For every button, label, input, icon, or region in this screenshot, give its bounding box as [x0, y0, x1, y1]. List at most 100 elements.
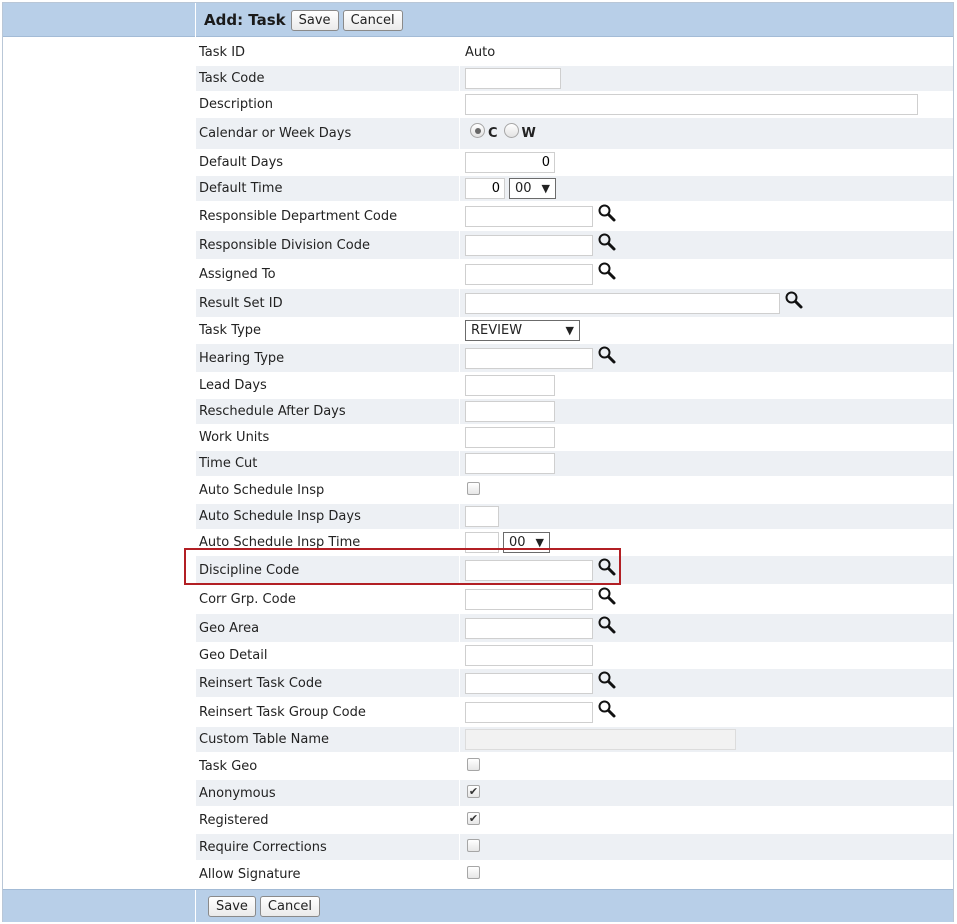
checkmark-icon: ✔ — [468, 811, 479, 825]
task-type-select[interactable]: REVIEW ▼ — [465, 320, 580, 341]
auto-schedule-checkbox[interactable] — [467, 481, 480, 495]
row-default-days: Default Days — [196, 150, 953, 176]
auto-schedule-days-input[interactable] — [465, 506, 499, 527]
anonymous-checkbox[interactable]: ✔ — [467, 784, 480, 798]
footer-cancel-button[interactable]: Cancel — [259, 896, 320, 917]
row-auto-schedule-days: Auto Schedule Insp Days — [196, 504, 953, 530]
page-title: Add: Task — [204, 11, 286, 29]
save-button[interactable]: Save — [290, 9, 339, 31]
task-code-label: Task Code — [196, 66, 460, 91]
radio-week-label: W — [521, 126, 536, 141]
row-allow-signature: Allow Signature — [196, 861, 953, 888]
resp-div-input[interactable] — [465, 234, 593, 256]
reinsert-group-input[interactable] — [465, 701, 593, 723]
row-geo-area: Geo Area — [196, 614, 953, 643]
reschedule-input[interactable] — [465, 401, 555, 422]
row-task-code: Task Code — [196, 66, 953, 92]
resp-dept-input[interactable] — [465, 205, 593, 227]
task-code-input[interactable] — [465, 68, 561, 89]
row-anonymous: Anonymous ✔ — [196, 780, 953, 807]
radio-calendar[interactable] — [470, 123, 485, 138]
lead-days-label: Lead Days — [196, 373, 460, 398]
row-hearing-type: Hearing Type — [196, 344, 953, 373]
row-corr-grp: Corr Grp. Code — [196, 585, 953, 614]
task-id-value: Auto — [465, 45, 496, 60]
row-geo-detail: Geo Detail — [196, 643, 953, 669]
geo-detail-input[interactable] — [465, 645, 593, 666]
row-custom-table: Custom Table Name — [196, 727, 953, 753]
hearing-type-input[interactable] — [465, 347, 593, 369]
geo-area-input[interactable] — [465, 617, 593, 639]
footer-save-button[interactable]: Save — [208, 896, 256, 917]
reinsert-task-input[interactable] — [465, 672, 593, 694]
assigned-to-input[interactable] — [465, 263, 593, 285]
page-frame: Add: Task Save Cancel Task ID Auto Task … — [2, 2, 954, 923]
magnifier-icon[interactable] — [597, 345, 617, 365]
hearing-type-label: Hearing Type — [196, 344, 460, 372]
task-type-label: Task Type — [196, 318, 460, 343]
row-resp-dept: Responsible Department Code — [196, 202, 953, 231]
row-time-cut: Time Cut — [196, 451, 953, 477]
dropdown-arrow-icon: ▼ — [565, 324, 574, 337]
row-reschedule: Reschedule After Days — [196, 399, 953, 425]
magnifier-icon[interactable] — [784, 290, 804, 310]
task-geo-checkbox[interactable] — [467, 757, 480, 771]
radio-calendar-label: C — [488, 126, 498, 141]
description-label: Description — [196, 92, 460, 117]
magnifier-icon[interactable] — [597, 203, 617, 223]
discipline-code-input[interactable] — [465, 559, 593, 581]
default-time-minutes-value: 00 — [515, 181, 532, 196]
task-id-label: Task ID — [196, 40, 460, 65]
auto-schedule-time-minutes-value: 00 — [509, 535, 526, 550]
default-time-hours-input[interactable] — [465, 178, 505, 199]
row-require-corrections: Require Corrections — [196, 834, 953, 861]
dropdown-arrow-icon: ▼ — [535, 536, 544, 549]
row-default-time: Default Time 00 ▼ — [196, 176, 953, 202]
registered-checkbox[interactable]: ✔ — [467, 811, 480, 825]
row-description: Description — [196, 92, 953, 118]
default-days-input[interactable] — [465, 152, 555, 173]
allow-signature-label: Allow Signature — [196, 861, 460, 887]
radio-week[interactable] — [503, 123, 519, 138]
row-task-id: Task ID Auto — [196, 40, 953, 66]
row-task-geo: Task Geo — [196, 753, 953, 780]
row-result-set: Result Set ID — [196, 289, 953, 318]
row-assigned-to: Assigned To — [196, 260, 953, 289]
row-discipline-code: Discipline Code — [196, 556, 953, 585]
magnifier-icon[interactable] — [597, 615, 617, 635]
description-input[interactable] — [465, 94, 918, 115]
magnifier-icon[interactable] — [597, 699, 617, 719]
calendar-week-label: Calendar or Week Days — [196, 118, 460, 149]
allow-signature-checkbox[interactable] — [467, 865, 480, 879]
auto-schedule-label: Auto Schedule Insp — [196, 477, 460, 503]
footer-toolbar: Save Cancel — [195, 890, 953, 923]
custom-table-label: Custom Table Name — [196, 727, 460, 752]
task-type-value: REVIEW — [471, 323, 523, 338]
time-cut-input[interactable] — [465, 453, 555, 474]
row-registered: Registered ✔ — [196, 807, 953, 834]
row-resp-div: Responsible Division Code — [196, 231, 953, 260]
result-set-input[interactable] — [465, 292, 780, 314]
magnifier-icon[interactable] — [597, 670, 617, 690]
magnifier-icon[interactable] — [597, 232, 617, 252]
require-corrections-checkbox[interactable] — [467, 838, 480, 852]
magnifier-icon[interactable] — [597, 557, 617, 577]
custom-table-input — [465, 729, 736, 750]
header-toolbar: Add: Task Save Cancel — [195, 3, 953, 37]
corr-grp-input[interactable] — [465, 588, 593, 610]
row-task-type: Task Type REVIEW ▼ — [196, 318, 953, 344]
cancel-button[interactable]: Cancel — [342, 9, 403, 31]
default-time-minutes-select[interactable]: 00 ▼ — [509, 178, 556, 199]
lead-days-input[interactable] — [465, 375, 555, 396]
header-bar: Add: Task Save Cancel — [3, 3, 953, 37]
checkmark-icon: ✔ — [468, 784, 479, 798]
geo-area-label: Geo Area — [196, 614, 460, 642]
magnifier-icon[interactable] — [597, 261, 617, 281]
dropdown-arrow-icon: ▼ — [541, 182, 550, 195]
work-units-input[interactable] — [465, 427, 555, 448]
magnifier-icon[interactable] — [597, 586, 617, 606]
auto-schedule-time-hours-input[interactable] — [465, 532, 499, 553]
corr-grp-label: Corr Grp. Code — [196, 585, 460, 613]
auto-schedule-time-minutes-select[interactable]: 00 ▼ — [503, 532, 550, 553]
result-set-label: Result Set ID — [196, 289, 460, 317]
